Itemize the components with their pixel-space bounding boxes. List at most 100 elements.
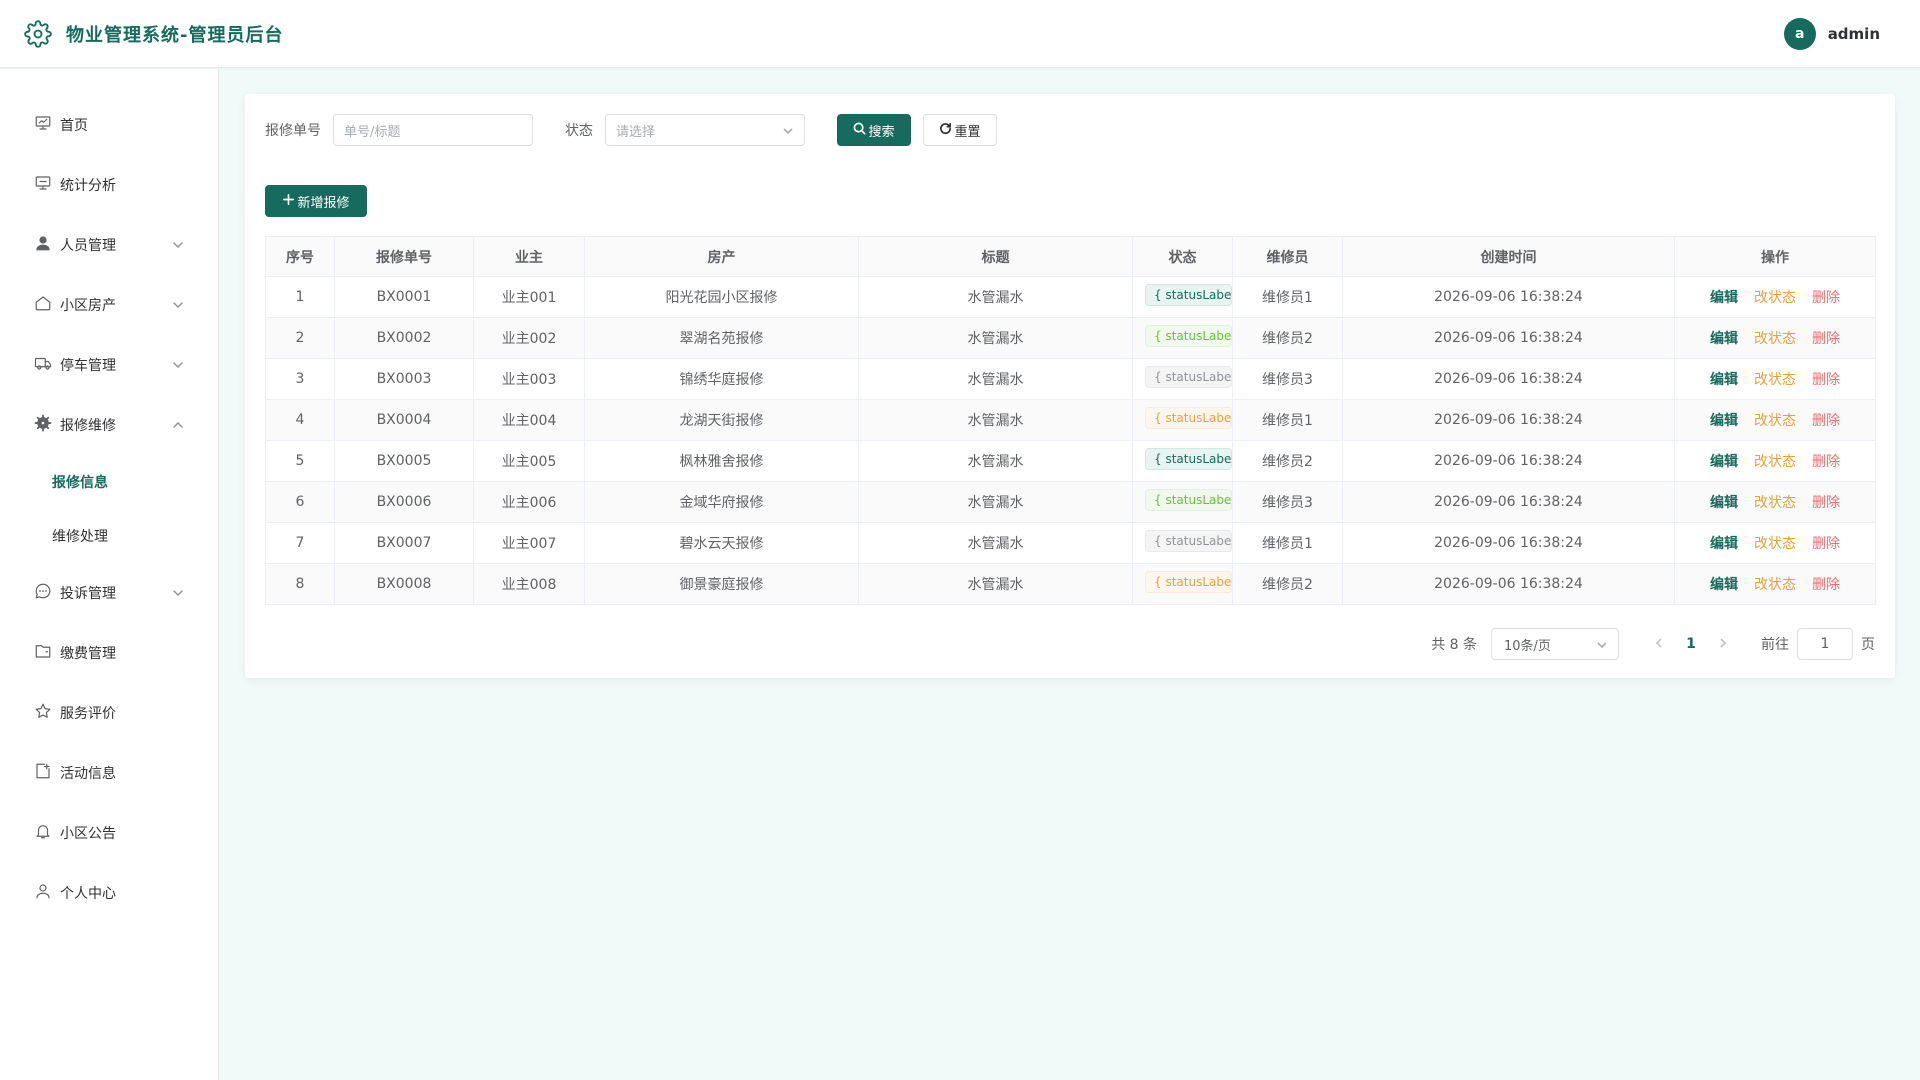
cell-order: BX0004 (334, 399, 474, 441)
edit-button[interactable]: 编辑 (1710, 574, 1738, 594)
cell-created: 2026-09-06 16:38:24 (1342, 317, 1675, 359)
sidebar-item-label: 活动信息 (60, 766, 116, 782)
change-status-button[interactable]: 改状态 (1754, 451, 1796, 471)
order-search-input[interactable]: 单号/标题 (333, 114, 533, 146)
add-repair-button[interactable]: 新增报修 (265, 185, 367, 217)
cell-owner: 业主002 (473, 317, 585, 359)
table-row: 2BX0002业主002翠湖名苑报修水管漏水 { statusLabel(r维修员… (265, 317, 1876, 359)
delete-button[interactable]: 删除 (1812, 369, 1840, 389)
user-menu[interactable]: a admin (1783, 18, 1880, 50)
edit-button[interactable]: 编辑 (1710, 492, 1738, 512)
cell-created: 2026-09-06 16:38:24 (1342, 481, 1675, 523)
sidebar-item-complaint[interactable]: 投诉管理 (0, 563, 218, 623)
chevron-down-icon (172, 299, 184, 311)
chart-icon (34, 174, 52, 196)
cell-status: { statusLabel(r (1132, 440, 1233, 482)
column-header: 序号 (265, 236, 335, 277)
sidebar-item-statistics[interactable]: 统计分析 (0, 155, 218, 215)
edit-button[interactable]: 编辑 (1710, 410, 1738, 430)
status-badge: { statusLabel(r (1145, 407, 1232, 429)
cell-property: 金域华府报修 (584, 481, 859, 523)
goto-page-input[interactable]: 1 (1797, 628, 1853, 660)
delete-button[interactable]: 删除 (1812, 451, 1840, 471)
delete-button[interactable]: 删除 (1812, 287, 1840, 307)
total-count: 共 8 条 (1431, 637, 1477, 653)
page-number[interactable]: 1 (1675, 628, 1707, 660)
car-icon (34, 354, 52, 376)
cell-worker: 维修员2 (1232, 563, 1343, 605)
edit-button[interactable]: 编辑 (1710, 533, 1738, 553)
cell-order: BX0008 (334, 563, 474, 605)
repair-list-card: 报修单号 单号/标题 状态 请选择 搜索 重置 新增报修 序号 报修单号 业主 … (245, 94, 1895, 678)
chevron-down-icon (1596, 639, 1608, 651)
sidebar-subitem-repair-processing[interactable]: 维修处理 (0, 509, 218, 563)
change-status-button[interactable]: 改状态 (1754, 574, 1796, 594)
table-row: 3BX0003业主003锦绣华庭报修水管漏水 { statusLabel(r维修员… (265, 358, 1876, 400)
cell-worker: 维修员2 (1232, 440, 1343, 482)
edit-button[interactable]: 编辑 (1710, 328, 1738, 348)
sidebar-item-parking[interactable]: 停车管理 (0, 335, 218, 395)
edit-button[interactable]: 编辑 (1710, 287, 1738, 307)
change-status-button[interactable]: 改状态 (1754, 328, 1796, 348)
page-unit: 页 (1861, 637, 1875, 653)
chevron-left-icon (1654, 636, 1664, 652)
change-status-button[interactable]: 改状态 (1754, 492, 1796, 512)
cell-no: 4 (265, 399, 335, 441)
change-status-button[interactable]: 改状态 (1754, 369, 1796, 389)
bell-icon (34, 822, 52, 844)
sidebar-item-label: 缴费管理 (60, 646, 116, 662)
sidebar-item-evaluation[interactable]: 服务评价 (0, 683, 218, 743)
delete-button[interactable]: 删除 (1812, 574, 1840, 594)
sidebar-subitem-repair-info[interactable]: 报修信息 (0, 455, 218, 509)
table-row: 6BX0006业主006金域华府报修水管漏水 { statusLabel(r维修员… (265, 481, 1876, 523)
edit-button[interactable]: 编辑 (1710, 369, 1738, 389)
status-label: 状态 (565, 123, 593, 139)
sidebar-item-label: 小区公告 (60, 826, 116, 842)
page-size-select[interactable]: 10条/页 (1491, 628, 1619, 660)
sidebar: 首页 统计分析 人员管理 小区房产 停车管理 报修维修 报修信息 维修处理 投诉… (0, 69, 219, 1080)
sidebar-item-property[interactable]: 小区房产 (0, 275, 218, 335)
search-button[interactable]: 搜索 (837, 114, 911, 146)
cell-no: 3 (265, 358, 335, 400)
cell-status: { statusLabel(r (1132, 522, 1233, 564)
prev-page-button[interactable] (1643, 628, 1675, 660)
house-icon (34, 294, 52, 316)
cell-created: 2026-09-06 16:38:24 (1342, 276, 1675, 318)
avatar[interactable]: a (1783, 18, 1816, 50)
cell-owner: 业主003 (473, 358, 585, 400)
sidebar-item-payment[interactable]: 缴费管理 (0, 623, 218, 683)
sidebar-item-label: 停车管理 (60, 358, 116, 374)
edit-button[interactable]: 编辑 (1710, 451, 1738, 471)
sidebar-item-profile[interactable]: 个人中心 (0, 863, 218, 923)
delete-button[interactable]: 删除 (1812, 410, 1840, 430)
sidebar-item-personnel[interactable]: 人员管理 (0, 215, 218, 275)
column-header: 标题 (858, 236, 1133, 277)
status-badge: { statusLabel(r (1145, 366, 1232, 388)
sidebar-item-activity[interactable]: 活动信息 (0, 743, 218, 803)
delete-button[interactable]: 删除 (1812, 533, 1840, 553)
cell-order: BX0003 (334, 358, 474, 400)
delete-button[interactable]: 删除 (1812, 328, 1840, 348)
cell-created: 2026-09-06 16:38:24 (1342, 563, 1675, 605)
reset-button[interactable]: 重置 (923, 114, 997, 146)
status-select[interactable]: 请选择 (605, 114, 805, 146)
gear-icon (34, 414, 52, 436)
cell-owner: 业主005 (473, 440, 585, 482)
cell-worker: 维修员3 (1232, 358, 1343, 400)
delete-button[interactable]: 删除 (1812, 492, 1840, 512)
cell-property: 翠湖名苑报修 (584, 317, 859, 359)
cell-actions: 编辑 改状态 删除 (1674, 399, 1876, 441)
change-status-button[interactable]: 改状态 (1754, 287, 1796, 307)
change-status-button[interactable]: 改状态 (1754, 533, 1796, 553)
sidebar-item-repair[interactable]: 报修维修 (0, 395, 218, 455)
plus-icon (282, 193, 297, 210)
next-page-button[interactable] (1707, 628, 1739, 660)
sidebar-item-home[interactable]: 首页 (0, 95, 218, 155)
cell-title: 水管漏水 (858, 440, 1133, 482)
username[interactable]: admin (1828, 25, 1880, 43)
cell-actions: 编辑 改状态 删除 (1674, 522, 1876, 564)
cell-order: BX0007 (334, 522, 474, 564)
sidebar-item-announcement[interactable]: 小区公告 (0, 803, 218, 863)
cell-created: 2026-09-06 16:38:24 (1342, 522, 1675, 564)
change-status-button[interactable]: 改状态 (1754, 410, 1796, 430)
